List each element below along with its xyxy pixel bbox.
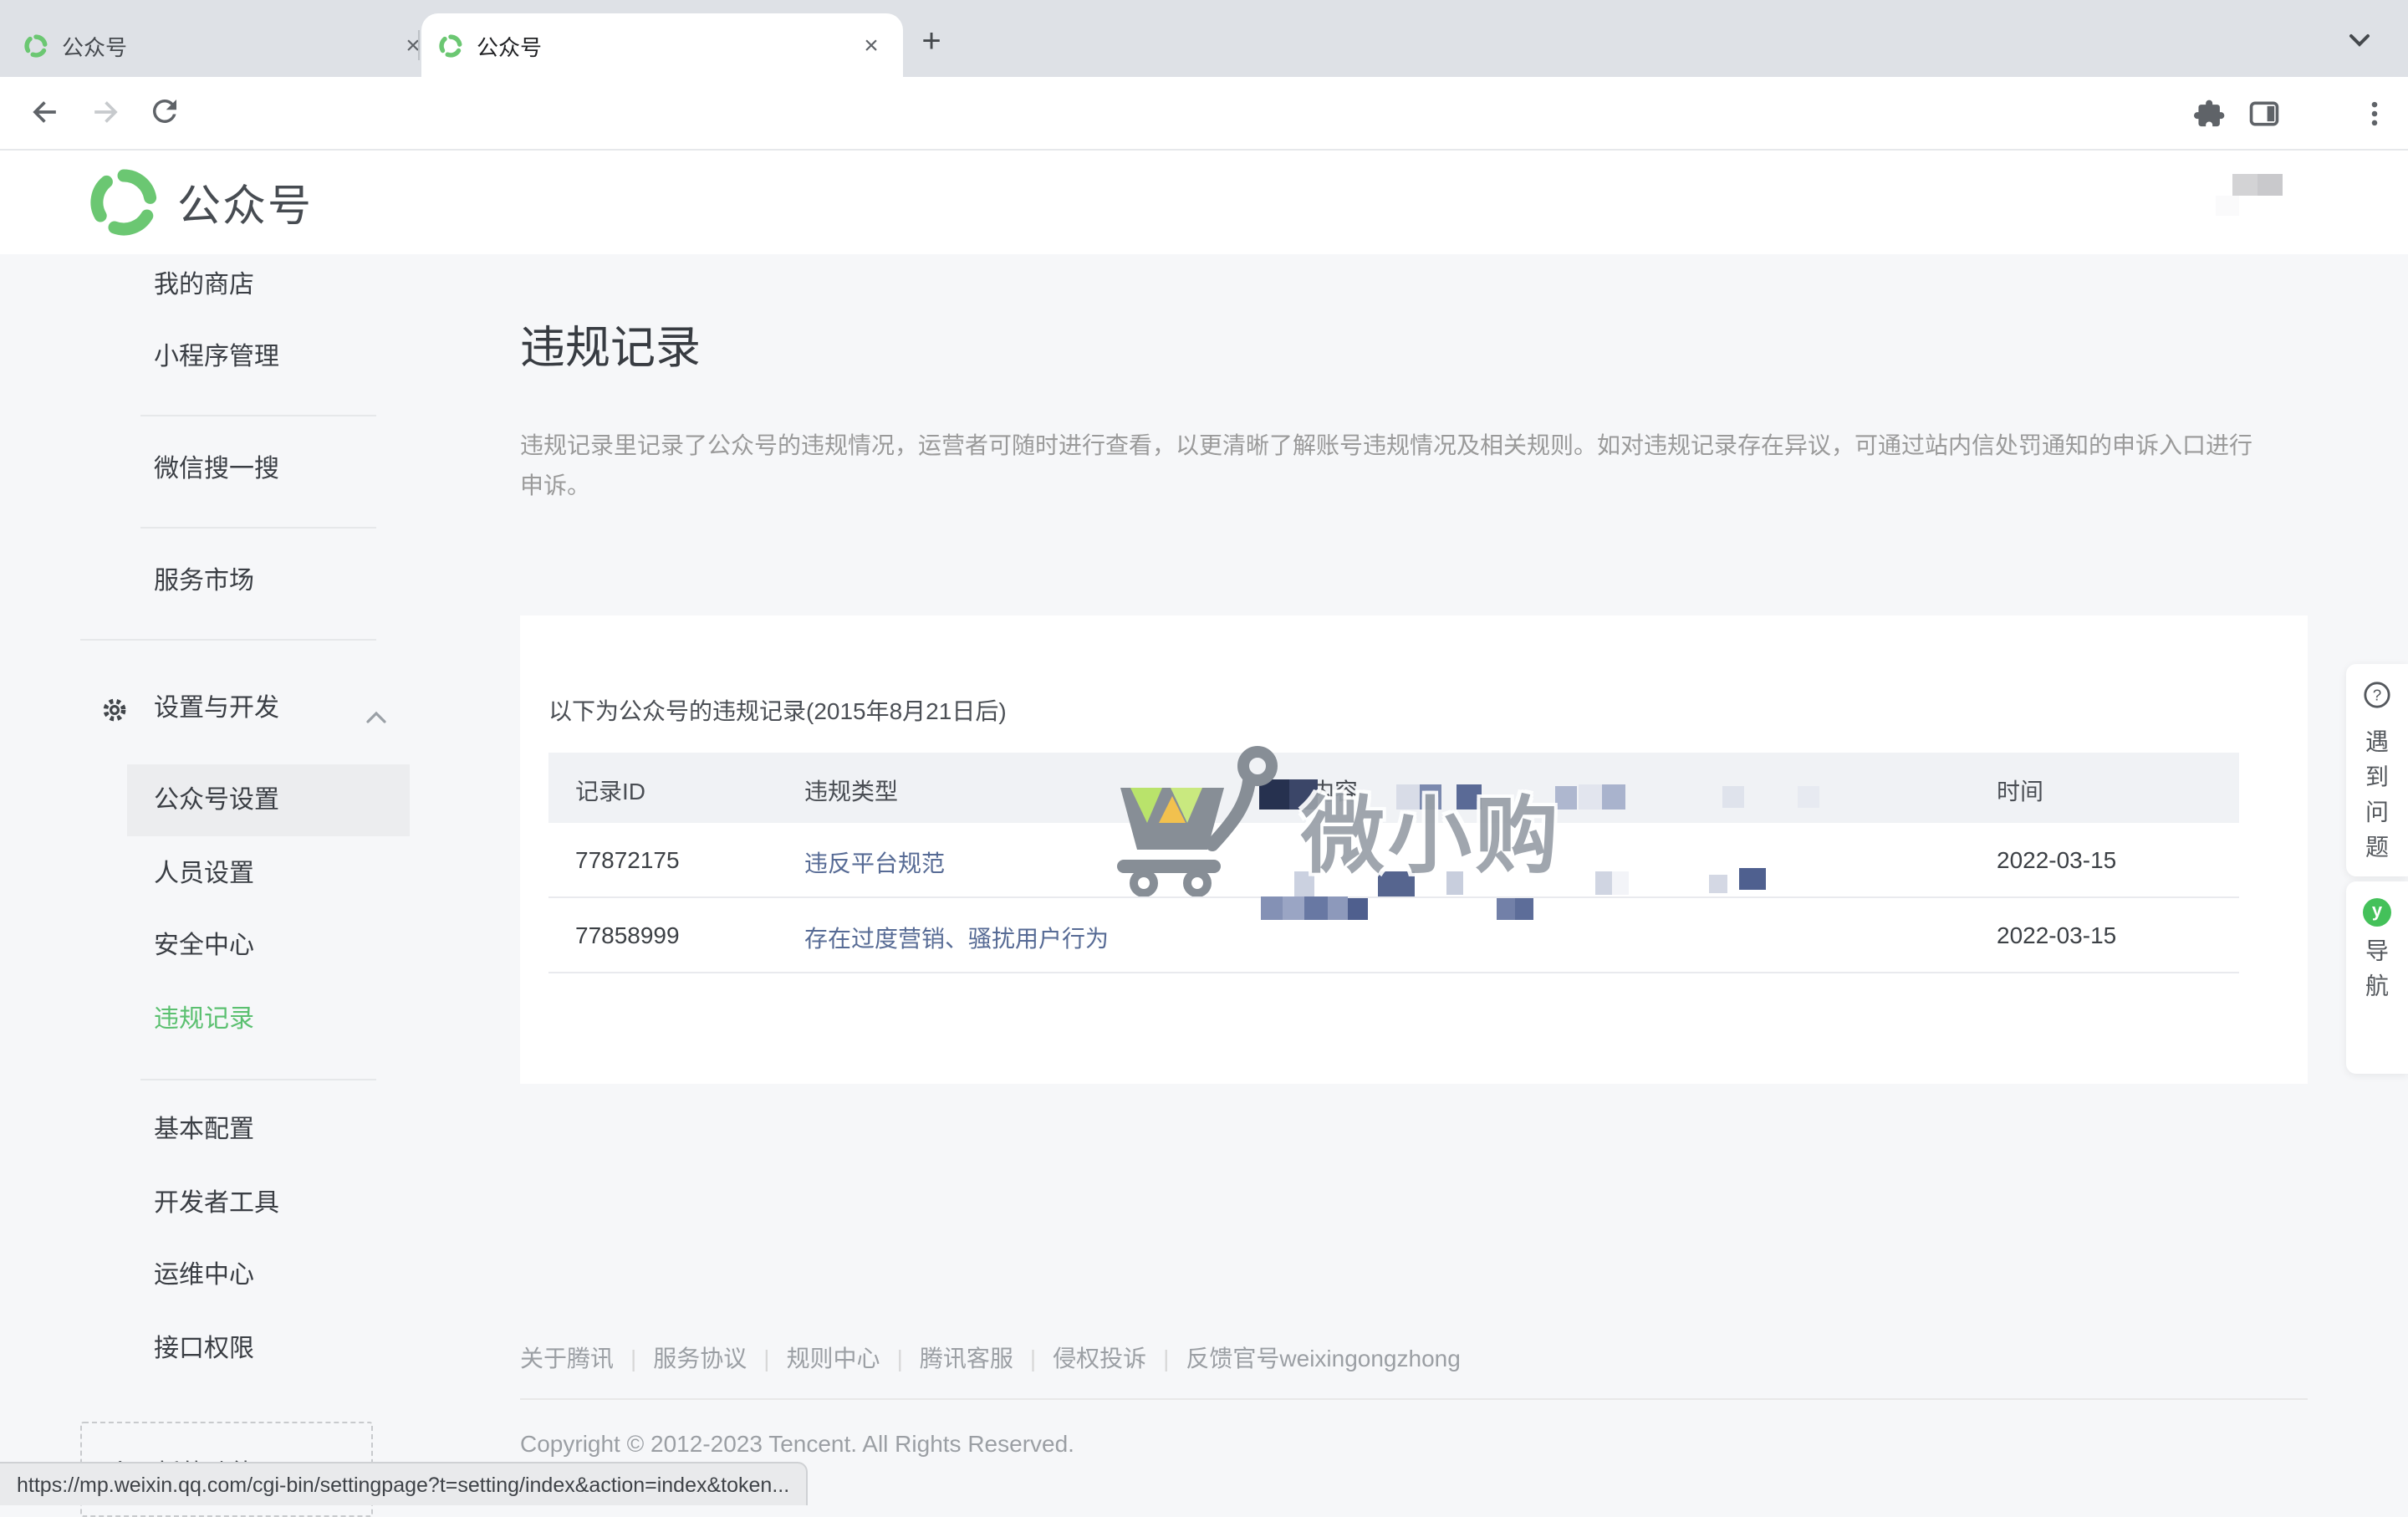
sidebar-item-ops-center[interactable]: 运维中心: [154, 1258, 254, 1295]
side-panel-icon[interactable]: [2247, 97, 2288, 137]
footer-divider: [520, 1398, 2308, 1400]
footer-separator: |: [897, 1345, 903, 1371]
record-id: 77858999: [575, 922, 680, 948]
forward-button[interactable]: [87, 94, 127, 134]
col-header-time: 时间: [1997, 774, 2043, 808]
sidebar-item-service-market[interactable]: 服务市场: [154, 564, 254, 600]
chevron-up-icon[interactable]: [366, 702, 386, 733]
help-question-icon: ?: [2363, 681, 2391, 718]
brand-name: 公众号: [177, 171, 313, 233]
col-header-violation-type: 违规类型: [804, 774, 898, 808]
footer-separator: |: [1030, 1345, 1036, 1371]
sidebar-item-basic-config[interactable]: 基本配置: [154, 1112, 254, 1149]
help-floating-button[interactable]: ? 遇到问题: [2346, 664, 2408, 876]
tab-gongzhonghao-1[interactable]: 公众号 ×: [13, 13, 438, 77]
sidebar-divider: [140, 527, 376, 529]
wechat-mp-favicon: [438, 33, 463, 58]
table-row: 77872175 违反平台规范 2022-03-15: [548, 823, 2239, 898]
status-url: https://mp.weixin.qq.com/cgi-bin/setting…: [17, 1473, 789, 1496]
wechat-mp-logo-icon: [87, 166, 161, 239]
nav-floating-button[interactable]: y 导航: [2346, 881, 2408, 1074]
browser-toolbar: mp.weixin.qq.com/cgi-bin/illegalrecord?c…: [0, 77, 2408, 151]
back-button[interactable]: [27, 94, 67, 134]
footer-link-tencent-support[interactable]: 腾讯客服: [920, 1345, 1013, 1371]
browser-menu-dots-icon[interactable]: [2358, 97, 2398, 137]
gear-icon: [100, 696, 129, 733]
page-description: 违规记录里记录了公众号的违规情况，运营者可随时进行查看，以更清晰了解账号违规情况…: [520, 425, 2259, 505]
sidebar-item-violation-records-active[interactable]: 违规记录: [154, 1002, 254, 1039]
nav-label: 导航: [2360, 938, 2394, 1009]
svg-text:?: ?: [2373, 687, 2382, 705]
link-status-bar: https://mp.weixin.qq.com/cgi-bin/setting…: [0, 1462, 808, 1505]
tab-title: 公众号: [477, 29, 542, 61]
footer-link-service-agreement[interactable]: 服务协议: [653, 1345, 747, 1371]
nav-green-icon: y: [2363, 898, 2391, 927]
record-date: 2022-03-15: [1997, 846, 2116, 873]
table-header-row: 记录ID 违规类型 违规内容 时间: [548, 753, 2239, 823]
record-id: 77872175: [575, 846, 680, 873]
table-row: 77858999 存在过度营销、骚扰用户行为 2022-03-15: [548, 898, 2239, 973]
footer-link-about-tencent[interactable]: 关于腾讯: [520, 1345, 614, 1371]
table-intro: 以下为公众号的违规记录(2015年8月21日后): [548, 694, 1007, 728]
record-date: 2022-03-15: [1997, 922, 2116, 948]
sidebar-divider: [80, 639, 376, 641]
page-title: 违规记录: [520, 311, 701, 376]
sidebar-item-miniprogram[interactable]: 小程序管理: [154, 340, 279, 376]
sidebar-item-staff-settings[interactable]: 人员设置: [154, 856, 254, 893]
tab-title: 公众号: [62, 29, 127, 61]
help-label: 遇到问题: [2360, 729, 2394, 870]
footer-link-infringement-complaint[interactable]: 侵权投诉: [1053, 1345, 1146, 1371]
footer-separator: |: [630, 1345, 636, 1371]
tab-strip: 公众号 × 公众号 × +: [0, 0, 2408, 77]
extensions-puzzle-icon[interactable]: [2194, 97, 2234, 137]
tab-search-chevron-icon[interactable]: [2348, 27, 2371, 57]
sidebar-item-api-permissions[interactable]: 接口权限: [154, 1331, 254, 1368]
tab-close-icon[interactable]: ×: [856, 31, 886, 59]
sidebar-item-account-settings[interactable]: 公众号设置: [154, 783, 279, 820]
footer-link-rules-center[interactable]: 规则中心: [787, 1345, 880, 1371]
site-header: 公众号: [0, 151, 2408, 254]
reload-button[interactable]: [147, 94, 187, 134]
tab-separator: [418, 30, 420, 60]
footer-link-feedback-account[interactable]: 反馈官号weixingongzhong: [1186, 1345, 1460, 1371]
footer-separator: |: [1163, 1345, 1169, 1371]
violation-records-card: 以下为公众号的违规记录(2015年8月21日后) 记录ID 违规类型 违规内容 …: [520, 615, 2308, 1084]
new-tab-button[interactable]: +: [908, 20, 955, 67]
sidebar-divider: [140, 415, 376, 416]
sidebar-item-my-shop[interactable]: 我的商店: [154, 268, 254, 304]
violation-type-link[interactable]: 存在过度营销、骚扰用户行为: [804, 922, 1109, 955]
browser-window: 公众号 × 公众号 × + mp.weixin.qq.com/cgi-bin/: [0, 0, 2408, 1505]
sidebar-section-settings-dev[interactable]: 设置与开发: [154, 691, 279, 728]
wechat-mp-favicon: [23, 33, 48, 58]
col-header-record-id: 记录ID: [575, 774, 645, 808]
sidebar-divider: [140, 1079, 376, 1080]
sidebar-item-developer-tools[interactable]: 开发者工具: [154, 1186, 279, 1223]
brand-logo-group[interactable]: 公众号: [87, 166, 313, 239]
sidebar-item-security-center[interactable]: 安全中心: [154, 928, 254, 965]
footer-links: 关于腾讯 | 服务协议 | 规则中心 | 腾讯客服 | 侵权投诉 | 反馈官号weixingongz…: [520, 1341, 1461, 1375]
copyright-text: Copyright © 2012-2023 Tencent. All Right…: [520, 1430, 1074, 1457]
col-header-violation-content: 违规内容: [1264, 774, 1358, 808]
violation-type-link[interactable]: 违反平台规范: [804, 846, 945, 880]
tab-gongzhonghao-2-active[interactable]: 公众号 ×: [421, 13, 903, 77]
footer-separator: |: [763, 1345, 769, 1371]
sidebar-item-wechat-search[interactable]: 微信搜一搜: [154, 452, 279, 488]
